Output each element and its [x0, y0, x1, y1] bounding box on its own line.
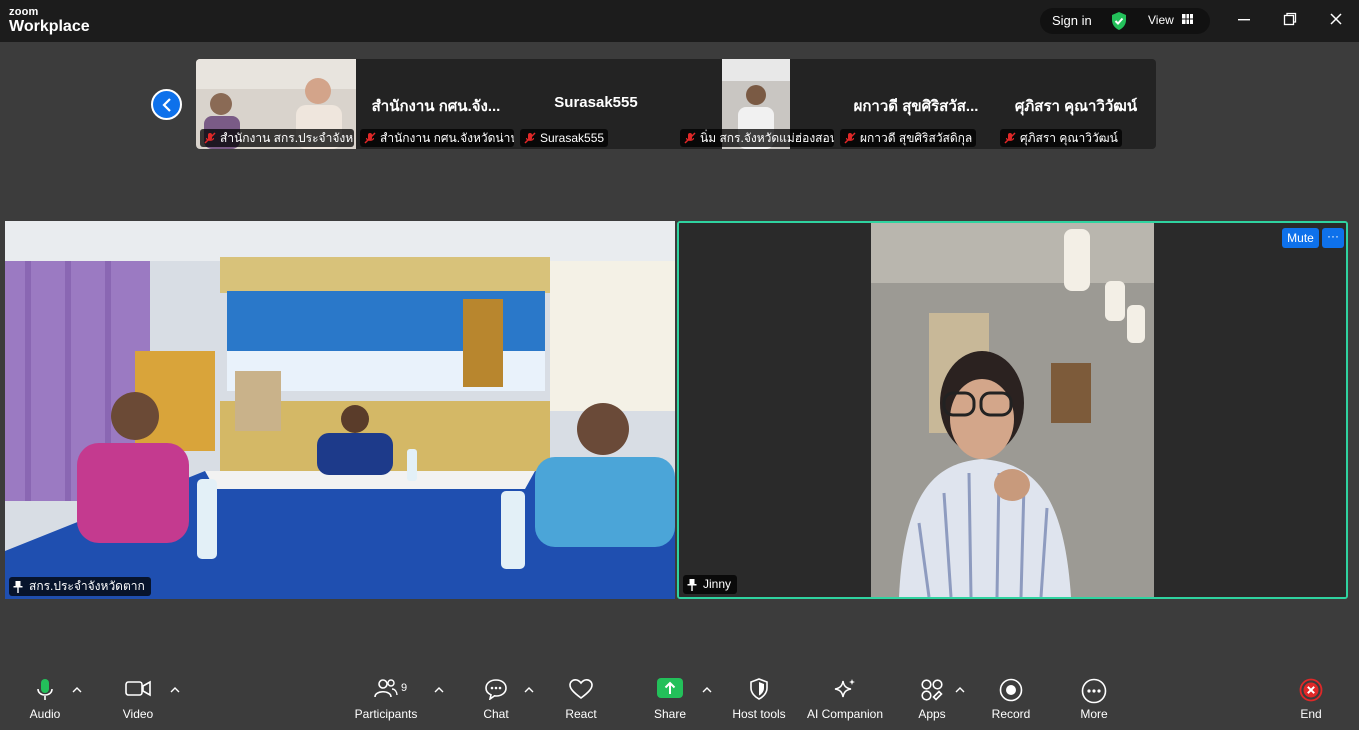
participant-name-label: ศุภิสรา คุณาวิวัฒน์ [1000, 129, 1122, 147]
chat-label: Chat [483, 707, 509, 721]
audio-button[interactable]: Audio [22, 668, 68, 730]
pin-icon [13, 580, 23, 593]
zoom-workplace-logo: zoom Workplace [9, 7, 90, 35]
chevron-up-icon[interactable] [955, 686, 965, 694]
chat-bubble-icon [485, 679, 507, 700]
video-label: Video [122, 707, 154, 721]
minimize-icon[interactable] [1236, 11, 1252, 27]
participant-name-text: สกร.ประจำจังหวัดตาก [29, 579, 145, 593]
mic-muted-icon [524, 132, 536, 144]
participant-tile[interactable]: สำนักงาน สกร.ประจำจังห... [196, 59, 356, 149]
record-button[interactable]: Record [988, 668, 1034, 730]
share-label: Share [653, 707, 687, 721]
participant-name-label: สำนักงาน กศน.จังหวัดน่าน [360, 129, 514, 147]
participant-filmstrip: สำนักงาน สกร.ประจำจังห... สำนักงาน กศน.จ… [196, 59, 1156, 149]
participant-video-main-left[interactable]: สกร.ประจำจังหวัดตาก [5, 221, 675, 599]
speaker-video-frame [679, 223, 1346, 597]
participant-display-name: ผกาวดี สุขศิริสวัส... [853, 98, 979, 115]
video-button[interactable]: Video [115, 668, 161, 730]
ai-companion-label: AI Companion [806, 707, 884, 721]
more-button[interactable]: More [1071, 668, 1117, 730]
participant-name-text: นิ่ม สกร.จังหวัดแม่ฮ่องสอน [700, 131, 834, 145]
participant-name-text: Surasak555 [540, 131, 605, 145]
chevron-up-icon[interactable] [170, 686, 180, 694]
participant-name-text: ศุภิสรา คุณาวิวัฒน์ [1020, 131, 1118, 145]
heart-icon [569, 678, 593, 700]
ai-companion-button[interactable]: AI Companion [803, 668, 887, 730]
host-tools-label: Host tools [732, 707, 786, 721]
logo-top: zoom [9, 6, 39, 18]
apps-label: Apps [918, 707, 946, 721]
pin-icon [687, 578, 697, 591]
participant-display-name: ศุภิสรา คุณาวิวัฒน์ [1014, 98, 1138, 115]
chevron-up-icon[interactable] [524, 686, 534, 694]
sparkle-icon [834, 679, 855, 698]
close-icon[interactable] [1328, 11, 1344, 27]
record-label: Record [991, 707, 1031, 721]
participant-name-text: ผกาวดี สุขศิริสวัสดิกุล [860, 131, 973, 145]
participant-name-text: สำนักงาน กศน.จังหวัดน่าน [380, 131, 514, 145]
participant-tile[interactable]: นิ่ม สกร.จังหวัดแม่ฮ่องสอน [676, 59, 836, 149]
participant-tile[interactable]: Surasak555 Surasak555 [516, 59, 676, 149]
shield-check-icon[interactable] [1110, 11, 1128, 31]
participant-display-name: Surasak555 [554, 94, 638, 111]
mic-muted-icon [204, 132, 216, 144]
mic-muted-icon [844, 132, 856, 144]
participant-name-label: Surasak555 [520, 129, 609, 147]
microphone-icon [37, 679, 53, 700]
chevron-up-icon[interactable] [434, 686, 444, 694]
end-meeting-button[interactable]: End [1288, 668, 1334, 730]
chevron-up-icon[interactable] [702, 686, 712, 694]
mic-muted-icon [684, 132, 696, 144]
react-label: React [565, 707, 597, 721]
video-camera-icon [125, 680, 151, 697]
participant-name-label: สำนักงาน สกร.ประจำจังห... [200, 129, 354, 147]
chevron-up-icon[interactable] [72, 686, 82, 694]
video-more-options-button[interactable]: ··· [1322, 228, 1344, 248]
share-screen-icon [657, 678, 683, 698]
mute-participant-button[interactable]: Mute [1282, 228, 1319, 248]
participant-video-main-right[interactable]: Mute ··· Jinny [677, 221, 1348, 599]
meeting-toolbar: Audio Video Participants 9 Chat React Sh… [0, 668, 1359, 730]
chat-button[interactable]: Chat [474, 668, 518, 730]
grid-view-icon[interactable] [1182, 14, 1193, 24]
participant-tile[interactable]: สำนักงาน กศน.จัง... สำนักงาน กศน.จังหวัด… [356, 59, 516, 149]
shield-icon [750, 678, 768, 700]
participants-label: Participants [354, 707, 418, 721]
more-options-icon [1081, 678, 1107, 704]
participant-name-label: นิ่ม สกร.จังหวัดแม่ฮ่องสอน [680, 129, 834, 147]
host-tools-button[interactable]: Host tools [728, 668, 790, 730]
logo-bottom: Workplace [9, 18, 90, 35]
end-call-icon [1299, 678, 1323, 702]
record-icon [999, 678, 1023, 702]
participant-tile[interactable]: ผกาวดี สุขศิริสวัส... ผกาวดี สุขศิริสวัส… [836, 59, 996, 149]
participant-name-label: Jinny [683, 575, 738, 594]
mic-muted-icon [364, 132, 376, 144]
sign-in-button[interactable]: Sign in [1052, 13, 1092, 28]
conference-room-video-frame [5, 221, 675, 599]
share-button[interactable]: Share [647, 668, 693, 730]
chevron-left-icon [162, 98, 171, 112]
participant-name-label: ผกาวดี สุขศิริสวัสดิกุล [840, 129, 977, 147]
participants-icon [374, 679, 398, 698]
title-bar: zoom Workplace Sign in View [0, 0, 1359, 42]
filmstrip-prev-button[interactable] [151, 89, 182, 120]
more-label: More [1080, 707, 1108, 721]
apps-button[interactable]: Apps [909, 668, 955, 730]
mic-muted-icon [1004, 132, 1016, 144]
participants-count-badge: 9 [401, 682, 408, 694]
participant-tile[interactable]: ศุภิสรา คุณาวิวัฒน์ ศุภิสรา คุณาวิวัฒน์ [996, 59, 1156, 149]
end-label: End [1300, 707, 1322, 721]
participant-display-name: สำนักงาน กศน.จัง... [371, 98, 501, 115]
restore-icon[interactable] [1282, 11, 1298, 27]
participant-name-text: Jinny [703, 577, 732, 591]
react-button[interactable]: React [558, 668, 604, 730]
participants-button[interactable]: Participants [352, 668, 420, 730]
apps-icon [921, 679, 943, 701]
participant-name-label: สกร.ประจำจังหวัดตาก [9, 577, 151, 596]
participant-name-text: สำนักงาน สกร.ประจำจังห... [220, 131, 354, 145]
view-button[interactable]: View [1148, 13, 1174, 27]
zoom-meeting-window: zoom Workplace Sign in View สำนักงาน สกร… [0, 0, 1359, 730]
audio-label: Audio [29, 707, 61, 721]
